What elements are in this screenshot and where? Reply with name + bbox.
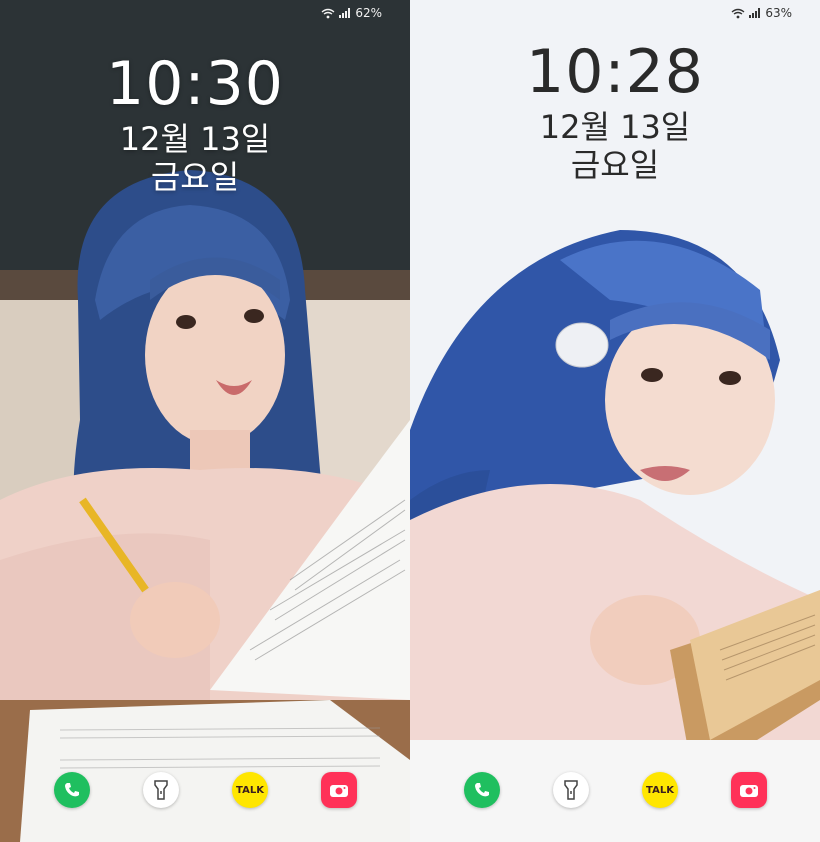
clock-day: 금요일 <box>150 158 240 196</box>
camera-icon <box>740 785 758 797</box>
kakaotalk-shortcut[interactable]: TALK <box>642 772 678 808</box>
wifi-icon <box>321 8 335 18</box>
kakaotalk-icon: TALK <box>236 784 264 796</box>
signal-icon <box>749 8 761 18</box>
phone-shortcut[interactable] <box>464 772 500 808</box>
kakaotalk-icon: TALK <box>646 784 674 796</box>
clock-date: 12월 13일 <box>119 120 271 158</box>
camera-icon <box>330 785 348 797</box>
lockscreen-clock: 10:30 12월 13일 금요일 <box>0 54 410 196</box>
flashlight-icon <box>154 780 168 800</box>
lockscreen-right: 63% 10:28 12월 13일 금요일 TALK <box>410 0 820 842</box>
clock-day: 금요일 <box>570 146 660 184</box>
lockscreen-left: 62% 10:30 12월 13일 금요일 TALK <box>0 0 410 842</box>
lockscreen-clock: 10:28 12월 13일 금요일 <box>410 42 820 184</box>
battery-percent: 63% <box>765 6 792 20</box>
flashlight-icon <box>564 780 578 800</box>
clock-date: 12월 13일 <box>539 108 691 146</box>
battery-percent: 62% <box>355 6 382 20</box>
flashlight-shortcut[interactable] <box>143 772 179 808</box>
camera-shortcut[interactable] <box>731 772 767 808</box>
status-bar: 63% <box>731 6 792 20</box>
clock-time: 10:28 <box>526 37 704 107</box>
kakaotalk-shortcut[interactable]: TALK <box>232 772 268 808</box>
phone-icon <box>65 783 79 797</box>
lockscreen-shortcuts: TALK <box>0 772 410 812</box>
lockscreen-shortcuts: TALK <box>410 772 820 812</box>
wifi-icon <box>731 8 745 18</box>
status-bar: 62% <box>321 6 382 20</box>
signal-icon <box>339 8 351 18</box>
camera-shortcut[interactable] <box>321 772 357 808</box>
lockscreen-comparison: 62% 10:30 12월 13일 금요일 TALK 63% 10:28 12월… <box>0 0 820 842</box>
phone-icon <box>475 783 489 797</box>
phone-shortcut[interactable] <box>54 772 90 808</box>
clock-time: 10:30 <box>106 49 284 119</box>
flashlight-shortcut[interactable] <box>553 772 589 808</box>
